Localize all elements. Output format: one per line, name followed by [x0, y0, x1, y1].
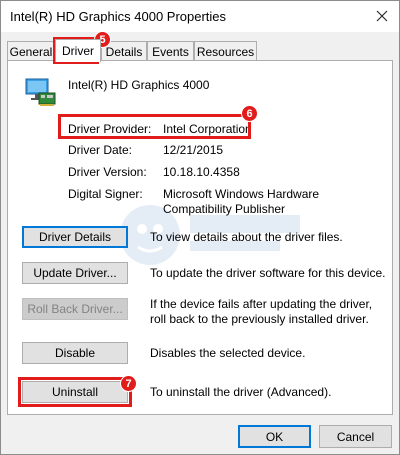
- driver-panel: Intel(R) HD Graphics 4000 Driver Provide…: [7, 60, 393, 415]
- disable-device-description: Disables the selected device.: [150, 346, 306, 360]
- driver-provider-label: Driver Provider:: [68, 122, 152, 136]
- tab-strip: General Driver Details Events Resources: [7, 39, 395, 62]
- step-6-badge: 6: [241, 105, 258, 122]
- driver-details-button[interactable]: Driver Details: [22, 226, 128, 248]
- digital-signer-label: Digital Signer:: [68, 187, 143, 201]
- window-title: Intel(R) HD Graphics 4000 Properties: [10, 9, 227, 24]
- display-adapter-icon: [24, 75, 58, 112]
- driver-provider-value: Intel Corporation: [163, 122, 252, 136]
- title-bar[interactable]: Intel(R) HD Graphics 4000 Properties: [1, 1, 399, 32]
- digital-signer-value: Microsoft Windows Hardware Compatibility…: [163, 187, 320, 216]
- update-driver-button[interactable]: Update Driver...: [22, 262, 128, 284]
- driver-details-description: To view details about the driver files.: [150, 230, 343, 244]
- tab-resources[interactable]: Resources: [194, 41, 257, 61]
- step-7-badge: 7: [120, 375, 137, 392]
- roll-back-driver-button[interactable]: Roll Back Driver...: [22, 298, 128, 320]
- driver-date-value: 12/21/2015: [163, 143, 224, 157]
- device-name: Intel(R) HD Graphics 4000: [68, 78, 210, 92]
- update-driver-description: To update the driver software for this d…: [150, 266, 386, 280]
- close-icon[interactable]: [369, 3, 395, 29]
- driver-date-label: Driver Date:: [68, 143, 133, 157]
- uninstall-button[interactable]: Uninstall: [22, 381, 128, 403]
- uninstall-description: To uninstall the driver (Advanced).: [150, 385, 332, 399]
- disable-device-button[interactable]: Disable: [22, 342, 128, 364]
- properties-window: Intel(R) HD Graphics 4000 Properties Gen…: [0, 0, 400, 455]
- ok-button[interactable]: OK: [238, 425, 311, 448]
- tab-driver[interactable]: Driver: [55, 39, 101, 62]
- tab-events[interactable]: Events: [147, 41, 194, 61]
- driver-version-value: 10.18.10.4358: [163, 165, 240, 179]
- driver-version-label: Driver Version:: [68, 165, 147, 179]
- cancel-button[interactable]: Cancel: [319, 425, 392, 448]
- tab-general[interactable]: General: [7, 41, 55, 61]
- roll-back-driver-description: If the device fails after updating the d…: [150, 297, 373, 326]
